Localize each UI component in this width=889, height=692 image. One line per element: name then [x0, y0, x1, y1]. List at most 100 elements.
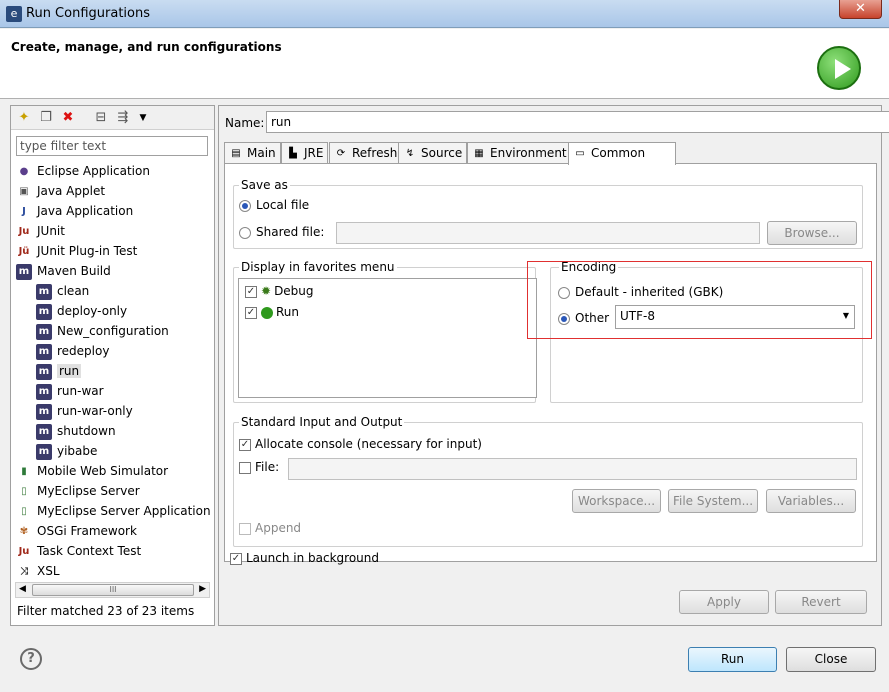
- tree-item[interactable]: m run-war: [36, 381, 104, 401]
- tree-item-label: redeploy: [57, 344, 110, 358]
- run-button[interactable]: Run: [688, 647, 777, 672]
- tree-item[interactable]: m Maven Build: [16, 261, 111, 281]
- help-icon[interactable]: ?: [20, 648, 42, 670]
- append-checkbox[interactable]: [239, 522, 251, 535]
- launch-background-option[interactable]: ✓ Launch in background: [230, 551, 379, 565]
- name-input[interactable]: [266, 111, 889, 133]
- stdio-group: Standard Input and Output ✓ Allocate cons…: [233, 415, 863, 547]
- debug-icon: ✹: [261, 284, 272, 298]
- tree-item[interactable]: J Java Application: [16, 201, 133, 221]
- allocate-console-option[interactable]: ✓ Allocate console (necessary for input): [239, 437, 482, 451]
- tab-label: Source: [421, 146, 463, 160]
- junit-icon: Ju: [18, 225, 30, 237]
- tree-item-label: JUnit: [37, 224, 65, 238]
- collapse-all-icon[interactable]: ⊟: [93, 110, 109, 126]
- file-input[interactable]: [288, 458, 857, 480]
- tab-jre[interactable]: ▙ JRE: [281, 142, 329, 164]
- duplicate-icon[interactable]: ❐: [38, 110, 54, 126]
- common-icon: ▭: [575, 147, 585, 159]
- configuration-editor-pane: Name: ▤ Main ▙ JRE ⟳ Refresh ↯ Source ▦ Environme…: [218, 105, 889, 626]
- allocate-console-label: Allocate console (necessary for input): [255, 437, 482, 451]
- view-menu-icon[interactable]: ▼: [135, 110, 151, 126]
- file-checkbox[interactable]: [239, 461, 251, 474]
- tree-item[interactable]: m redeploy: [36, 341, 109, 361]
- file-label: File:: [255, 460, 280, 474]
- tree-item[interactable]: m clean: [36, 281, 89, 301]
- source-icon: ↯: [405, 147, 415, 159]
- tab-environment[interactable]: ▦ Environment: [467, 142, 572, 164]
- favorite-run-item[interactable]: ✓ Run: [245, 305, 299, 319]
- shared-file-option[interactable]: Shared file:: [239, 225, 324, 239]
- tab-label: Main: [247, 146, 276, 160]
- tree-item-label: Eclipse Application: [37, 164, 150, 178]
- delete-icon[interactable]: ✖: [60, 110, 76, 126]
- filter-icon[interactable]: ⇶: [115, 110, 131, 126]
- tab-common[interactable]: ▭ Common: [568, 142, 677, 165]
- tree-item[interactable]: ▮ Mobile Web Simulator: [16, 461, 168, 481]
- tree-item[interactable]: ⤨ XSL: [16, 561, 60, 581]
- tree-horizontal-scrollbar[interactable]: ◀ III ▶: [15, 582, 210, 598]
- revert-button[interactable]: Revert: [775, 590, 867, 614]
- local-file-option[interactable]: Local file: [239, 198, 309, 212]
- tree-item[interactable]: Jü JUnit Plug-in Test: [16, 241, 138, 261]
- filter-input[interactable]: [16, 136, 208, 156]
- variables-button[interactable]: Variables...: [766, 489, 856, 513]
- scroll-thumb[interactable]: III: [32, 584, 194, 596]
- tab-source[interactable]: ↯ Source: [398, 142, 468, 164]
- tree-item[interactable]: ▣ Java Applet: [16, 181, 105, 201]
- shared-file-radio[interactable]: [239, 226, 251, 239]
- new-config-icon[interactable]: ✦: [16, 110, 32, 126]
- allocate-console-checkbox[interactable]: ✓: [239, 438, 251, 451]
- refresh-icon: ⟳: [336, 147, 346, 159]
- favorite-debug-item[interactable]: ✓ ✹ Debug: [245, 284, 314, 298]
- scroll-right-icon[interactable]: ▶: [199, 584, 206, 594]
- shared-file-input[interactable]: [336, 222, 760, 244]
- tree-item-label: OSGi Framework: [37, 524, 137, 538]
- tree-item[interactable]: m run: [36, 361, 82, 381]
- tree-item[interactable]: Ju Task Context Test: [16, 541, 142, 561]
- file-system-button[interactable]: File System...: [668, 489, 758, 513]
- maven-icon: m: [36, 363, 52, 380]
- tree-item[interactable]: ✾ OSGi Framework: [16, 521, 137, 541]
- apply-button[interactable]: Apply: [679, 590, 769, 614]
- scroll-left-icon[interactable]: ◀: [19, 584, 26, 594]
- tree-item-label: XSL: [37, 564, 60, 578]
- local-file-radio[interactable]: [239, 199, 251, 212]
- maven-icon: m: [36, 403, 52, 420]
- tree-item[interactable]: Ju JUnit: [16, 221, 65, 241]
- tab-refresh[interactable]: ⟳ Refresh: [329, 142, 403, 164]
- close-button[interactable]: Close: [786, 647, 876, 672]
- favorite-run-checkbox[interactable]: ✓: [245, 306, 257, 319]
- tree-item[interactable]: m deploy-only: [36, 301, 127, 321]
- tree-item[interactable]: m yibabe: [36, 441, 97, 461]
- tree-item-label: Maven Build: [37, 264, 111, 278]
- workspace-button[interactable]: Workspace...: [572, 489, 661, 513]
- applet-icon: ▣: [19, 185, 29, 197]
- maven-icon: m: [36, 443, 52, 460]
- tree-item[interactable]: ▯ MyEclipse Server: [16, 481, 140, 501]
- maven-icon: m: [36, 303, 52, 320]
- server-app-icon: ▯: [21, 505, 27, 517]
- launch-background-checkbox[interactable]: ✓: [230, 552, 242, 565]
- window-close-button[interactable]: ✕: [839, 0, 882, 19]
- browse-button[interactable]: Browse...: [767, 221, 857, 245]
- tree-item[interactable]: ▯ MyEclipse Server Application: [16, 501, 210, 521]
- environment-icon: ▦: [474, 147, 484, 159]
- save-as-title: Save as: [239, 178, 290, 192]
- append-option[interactable]: Append: [239, 521, 301, 535]
- title-bar: e Run Configurations ✕: [0, 0, 889, 28]
- file-option[interactable]: File:: [239, 460, 279, 474]
- favorite-debug-checkbox[interactable]: ✓: [245, 285, 257, 298]
- stdio-title: Standard Input and Output: [239, 415, 405, 429]
- tree-item-label: Java Application: [37, 204, 134, 218]
- java-app-icon: J: [22, 205, 26, 217]
- tree-item[interactable]: m New_configuration: [36, 321, 169, 341]
- tree-item-label: clean: [57, 284, 90, 298]
- run-icon: [261, 306, 273, 319]
- tab-main[interactable]: ▤ Main: [224, 142, 281, 164]
- tree-item[interactable]: ● Eclipse Application: [16, 161, 150, 181]
- tree-item[interactable]: m run-war-only: [36, 401, 133, 421]
- tree-item[interactable]: m shutdown: [36, 421, 116, 441]
- highlight-annotation-box: [527, 261, 872, 339]
- maven-icon: m: [36, 383, 52, 400]
